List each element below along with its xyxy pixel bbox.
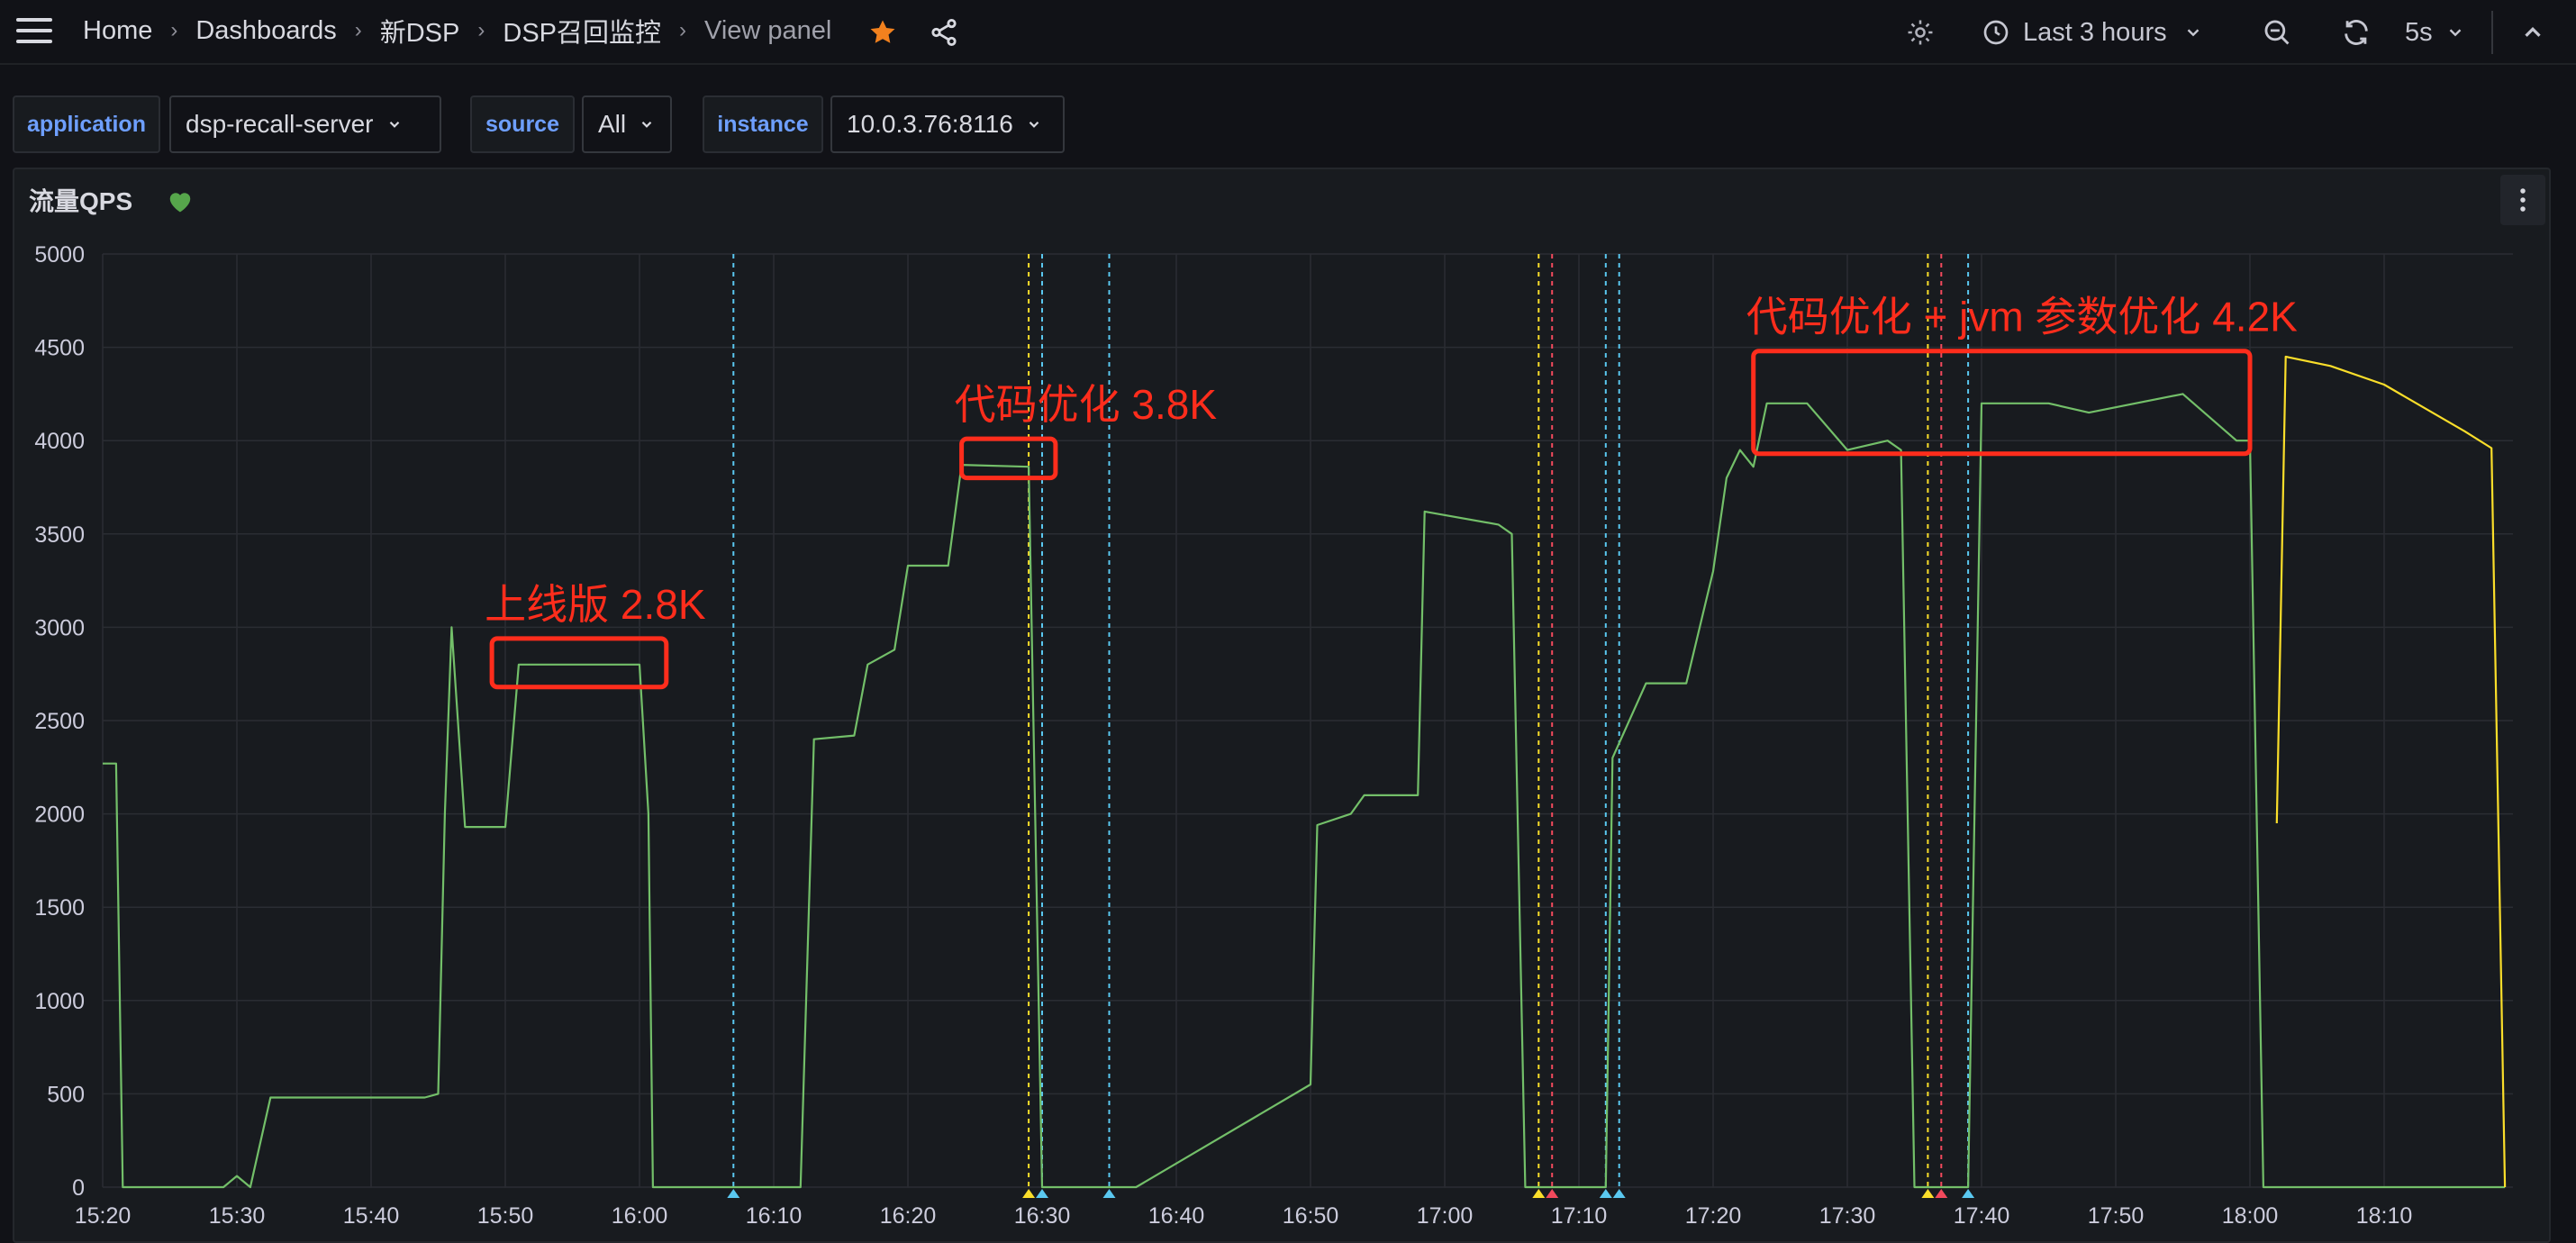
chevron-up-icon[interactable] xyxy=(2513,13,2553,52)
menu-icon[interactable] xyxy=(16,18,52,47)
application-select[interactable]: dsp-recall-server xyxy=(169,95,441,153)
clock-icon xyxy=(1983,20,2009,45)
breadcrumb-separator: › xyxy=(170,18,178,42)
variable-label-application: application xyxy=(13,95,160,153)
breadcrumb-current: View panel xyxy=(704,15,832,45)
panel-menu-button[interactable] xyxy=(2500,175,2545,225)
source-select[interactable]: All xyxy=(582,95,672,153)
breadcrumb-separator: › xyxy=(477,18,485,42)
chevron-down-icon xyxy=(641,121,652,128)
breadcrumb-separator: › xyxy=(679,18,687,42)
breadcrumb-dashboards[interactable]: Dashboards xyxy=(195,16,336,46)
panel xyxy=(13,168,2551,1243)
more-vertical-icon xyxy=(2520,188,2526,212)
panel-title-row: 流量QPS xyxy=(29,182,194,218)
top-nav-bar: Home › Dashboards › 新DSP › DSP召回监控 › Vie… xyxy=(0,0,2576,65)
star-icon[interactable] xyxy=(863,13,903,52)
heart-icon xyxy=(169,193,191,213)
instance-value: 10.0.3.76:8116 xyxy=(847,110,1013,138)
chevron-down-icon xyxy=(2187,29,2199,37)
time-range-picker[interactable]: Last 3 hours xyxy=(1982,13,2203,52)
breadcrumb-separator: › xyxy=(354,18,362,42)
refresh-interval-label: 5s xyxy=(2405,17,2433,47)
breadcrumb-dashboard[interactable]: DSP召回监控 xyxy=(503,12,661,50)
panel-title: 流量QPS xyxy=(29,187,133,215)
breadcrumb: Home › Dashboards › 新DSP › DSP召回监控 › Vie… xyxy=(83,13,831,49)
zoom-out-icon[interactable] xyxy=(2257,13,2297,52)
gear-icon[interactable] xyxy=(1900,13,1940,52)
refresh-icon[interactable] xyxy=(2336,13,2376,52)
time-range-label: Last 3 hours xyxy=(2023,17,2167,47)
chevron-down-icon xyxy=(2449,29,2461,37)
breadcrumb-folder[interactable]: 新DSP xyxy=(380,12,460,50)
refresh-interval-picker[interactable]: 5s xyxy=(2405,13,2465,52)
toolbar-divider xyxy=(2491,11,2493,54)
share-icon[interactable] xyxy=(924,13,964,52)
application-value: dsp-recall-server xyxy=(186,110,374,138)
source-value: All xyxy=(598,110,627,138)
instance-select[interactable]: 10.0.3.76:8116 xyxy=(830,95,1065,153)
variable-label-instance: instance xyxy=(703,95,823,153)
chevron-down-icon xyxy=(1029,121,1039,128)
breadcrumb-home[interactable]: Home xyxy=(83,16,152,46)
chevron-down-icon xyxy=(389,121,399,128)
variable-label-source: source xyxy=(470,95,575,153)
